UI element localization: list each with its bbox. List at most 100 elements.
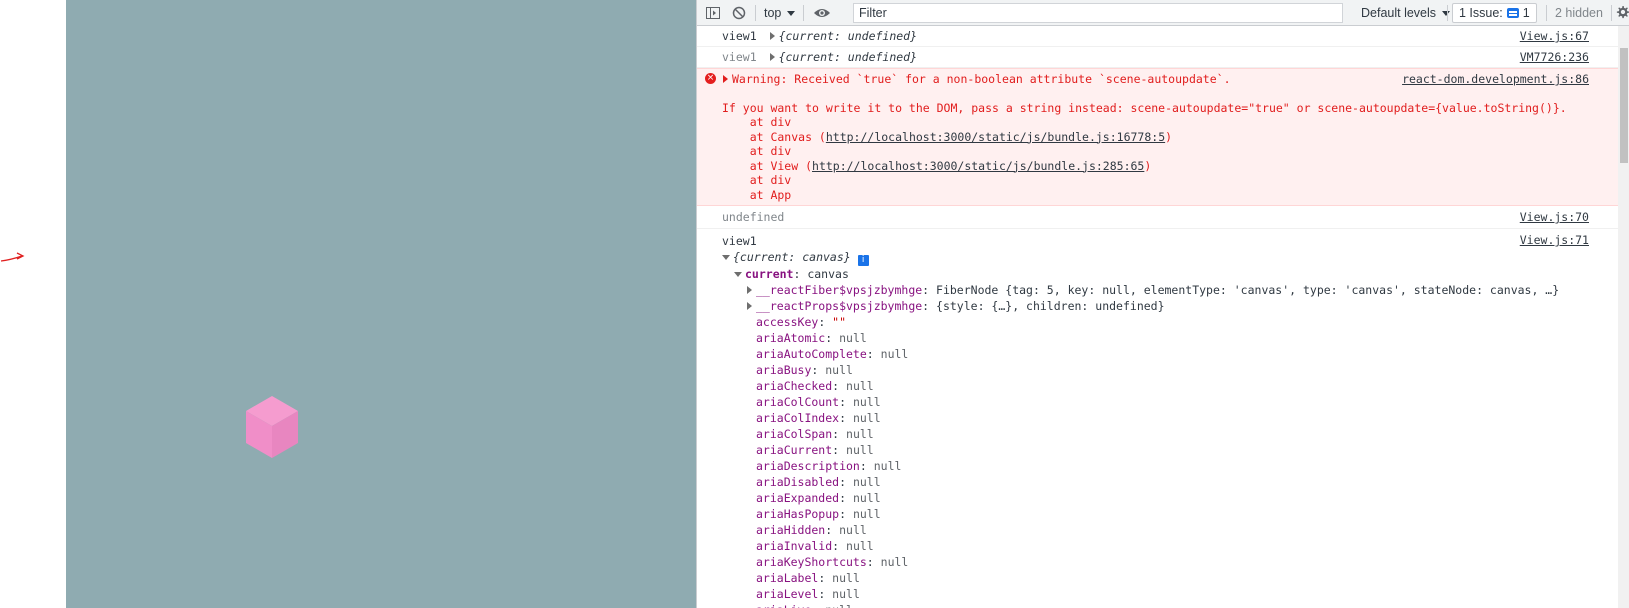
- property-row[interactable]: ariaDescription: null: [722, 458, 1618, 474]
- expand-arrow-icon[interactable]: [747, 286, 752, 294]
- log-levels-label: Default levels: [1361, 5, 1437, 20]
- property-value: null: [846, 427, 874, 441]
- issues-label: 1 Issue:: [1459, 6, 1503, 20]
- source-link[interactable]: react-dom.development.js:86: [1402, 72, 1589, 86]
- property-value: null: [839, 331, 867, 345]
- property-row[interactable]: ariaInvalid: null: [722, 538, 1618, 554]
- page-left-margin: [0, 0, 66, 608]
- property-row[interactable]: ariaLabel: null: [722, 570, 1618, 586]
- property-value: null: [832, 587, 860, 601]
- source-link[interactable]: VM7726:236: [1520, 50, 1589, 64]
- stack-link[interactable]: http://localhost:3000/static/js/bundle.j…: [812, 159, 1144, 173]
- property-value: null: [846, 379, 874, 393]
- log-object[interactable]: {current: undefined}: [779, 50, 917, 64]
- property-value: null: [825, 603, 853, 608]
- source-link[interactable]: View.js:67: [1520, 29, 1589, 43]
- property-row[interactable]: ariaCurrent: null: [722, 442, 1618, 458]
- expand-arrow-icon[interactable]: [769, 32, 775, 40]
- expand-arrow-icon[interactable]: [747, 302, 752, 310]
- property-row[interactable]: ariaExpanded: null: [722, 490, 1618, 506]
- source-link[interactable]: View.js:71: [1520, 233, 1589, 247]
- expand-arrow-icon[interactable]: [723, 75, 728, 83]
- property-key: ariaAtomic: [756, 331, 826, 345]
- property-value: null: [852, 475, 881, 489]
- settings-gear-icon[interactable]: [1615, 0, 1629, 25]
- stack-line: at div: [722, 115, 792, 129]
- property-row[interactable]: accessKey: "": [722, 314, 1618, 330]
- property-row[interactable]: ariaAutoComplete: null: [722, 346, 1618, 362]
- property-value: null: [880, 555, 909, 569]
- property-key: ariaExpanded: [756, 491, 840, 505]
- property-key: ariaInvalid: [756, 539, 833, 553]
- clear-console-icon[interactable]: [732, 0, 746, 25]
- context-label: top: [764, 5, 782, 20]
- log-value: undefined: [722, 210, 785, 224]
- source-link[interactable]: View.js:70: [1520, 210, 1589, 224]
- issues-count: 1: [1522, 6, 1530, 20]
- context-selector[interactable]: top: [764, 0, 796, 25]
- issue-flag-icon: [1506, 8, 1519, 18]
- property-key: ariaAutoComplete: [756, 347, 867, 361]
- error-title: Warning: Received `true` for a non-boole…: [732, 72, 1231, 86]
- property-row[interactable]: ariaColSpan: null: [722, 426, 1618, 442]
- stack-line: at div: [722, 173, 792, 187]
- property-key: ariaBusy: [756, 363, 812, 377]
- property-row[interactable]: ariaKeyShortcuts: null: [722, 554, 1618, 570]
- property-row[interactable]: ariaHasPopup: null: [722, 506, 1618, 522]
- property-value: null: [839, 523, 867, 537]
- collapse-arrow-icon[interactable]: [734, 272, 742, 277]
- property-value: null: [825, 363, 853, 377]
- property-value: null: [846, 443, 874, 457]
- property-key: ariaCurrent: [756, 443, 833, 457]
- stack-line: at Canvas (http://localhost:3000/static/…: [722, 129, 1173, 144]
- property-row[interactable]: ariaDisabled: null: [722, 474, 1618, 490]
- console-message: undefined View.js:70: [697, 206, 1618, 229]
- console-message: view1 View.js:71 {current: canvas} i cur…: [697, 229, 1618, 608]
- property-row[interactable]: ariaColCount: null: [722, 394, 1618, 410]
- error-icon: ×: [705, 73, 716, 84]
- property-value: null: [852, 491, 881, 505]
- info-icon[interactable]: i: [857, 255, 869, 266]
- property-row[interactable]: ariaBusy: null: [722, 362, 1618, 378]
- scrollbar-thumb[interactable]: [1620, 48, 1628, 163]
- eye-icon[interactable]: [813, 0, 831, 25]
- property-value: null: [832, 571, 860, 585]
- stack-link[interactable]: http://localhost:3000/static/js/bundle.j…: [826, 130, 1165, 144]
- hidden-label: 2 hidden: [1555, 5, 1603, 20]
- property-value: null: [852, 507, 881, 521]
- property-row[interactable]: ariaLevel: null: [722, 586, 1618, 602]
- hidden-count: 2 hidden: [1555, 0, 1603, 25]
- property-key: ariaDisabled: [756, 475, 840, 489]
- three-canvas[interactable]: [66, 0, 696, 608]
- log-object[interactable]: {current: undefined}: [779, 29, 917, 43]
- filter-input[interactable]: [853, 3, 1343, 23]
- red-arrow-annotation: [0, 252, 25, 262]
- property-row[interactable]: ariaLive: null: [722, 602, 1618, 608]
- object-row[interactable]: current: canvas: [722, 266, 1618, 282]
- object-row[interactable]: {current: canvas} i: [722, 249, 1618, 266]
- property-row[interactable]: ariaAtomic: null: [722, 330, 1618, 346]
- property-key: ariaHasPopup: [756, 507, 840, 521]
- object-row[interactable]: __reactProps$vpsjzbymhge: {style: {…}, c…: [722, 298, 1618, 314]
- property-key: ariaDescription: [756, 459, 860, 473]
- object-row[interactable]: __reactFiber$vpsjzbymhge: FiberNode {tag…: [722, 282, 1618, 298]
- collapse-arrow-icon[interactable]: [722, 255, 730, 260]
- property-list: accessKey: "" ariaAtomic: null ariaAutoCom…: [722, 314, 1618, 608]
- stack-line: at View (http://localhost:3000/static/js…: [722, 158, 1152, 173]
- property-key: ariaColIndex: [756, 411, 840, 425]
- console-output[interactable]: view1 {current: undefined} View.js:67 vi…: [697, 26, 1618, 608]
- console-scrollbar[interactable]: [1618, 26, 1629, 608]
- property-value: null: [846, 539, 874, 553]
- property-value: "": [832, 315, 847, 329]
- pink-cube: [246, 396, 298, 458]
- property-key: accessKey: [756, 315, 819, 329]
- issues-button[interactable]: 1 Issue: 1: [1452, 3, 1537, 23]
- sidebar-toggle-icon[interactable]: [706, 0, 720, 25]
- error-message: × Warning: Received `true` for a non-boo…: [697, 68, 1618, 206]
- property-row[interactable]: ariaColIndex: null: [722, 410, 1618, 426]
- expand-arrow-icon[interactable]: [769, 53, 775, 61]
- property-row[interactable]: ariaHidden: null: [722, 522, 1618, 538]
- log-levels-dropdown[interactable]: Default levels: [1361, 0, 1451, 25]
- property-row[interactable]: ariaChecked: null: [722, 378, 1618, 394]
- error-hint: If you want to write it to the DOM, pass…: [722, 100, 1567, 115]
